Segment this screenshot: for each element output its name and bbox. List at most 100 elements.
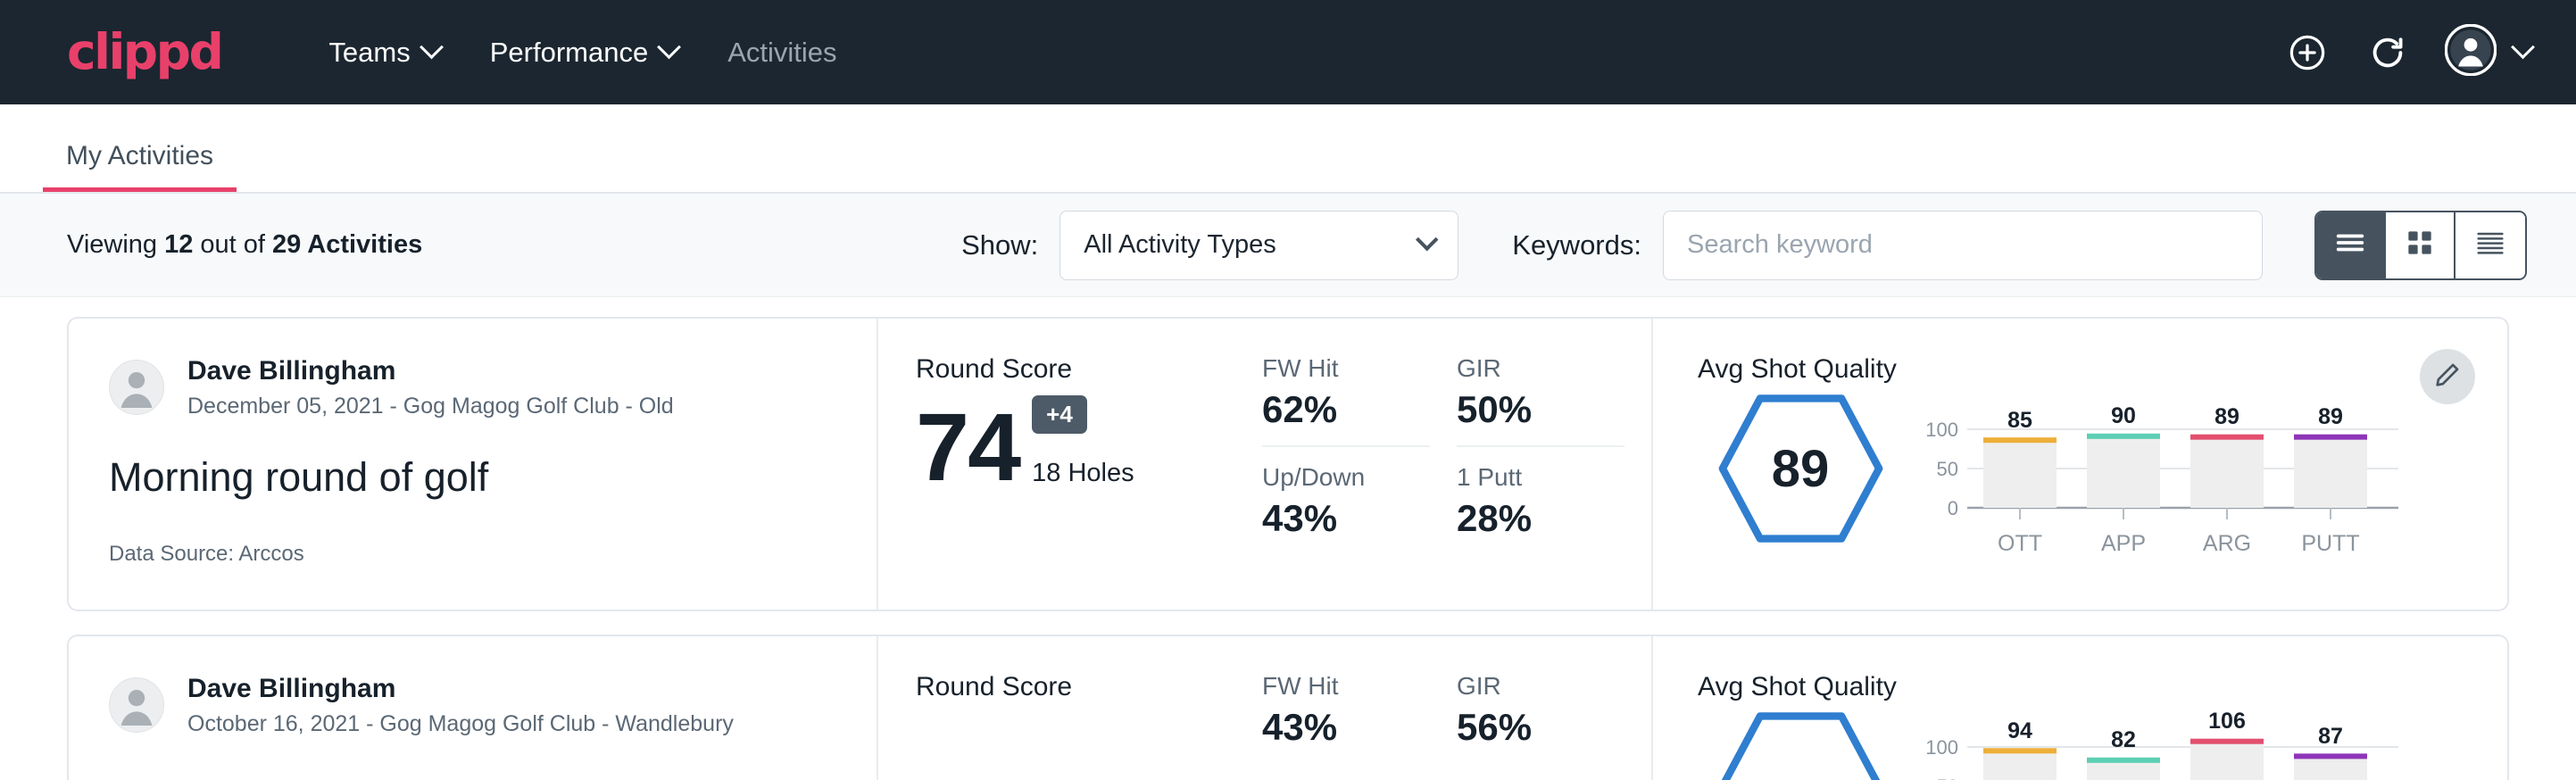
avg-shot-quality-column: Avg Shot Quality 100 (1653, 636, 2507, 780)
stat-label: FW Hit (1262, 672, 1430, 701)
divider (1457, 445, 1625, 447)
divider (1262, 445, 1430, 447)
activity-info-column: Dave Billingham December 05, 2021 - Gog … (69, 319, 878, 610)
tab-my-activities[interactable]: My Activities (43, 141, 237, 192)
stat-label: 1 Putt (1457, 463, 1625, 492)
activity-card[interactable]: Dave Billingham October 16, 2021 - Gog M… (67, 635, 2509, 780)
svg-text:85: 85 (2007, 408, 2032, 433)
stat-label: GIR (1457, 672, 1625, 701)
stat-gir: GIR 56% (1457, 672, 1625, 749)
score-differential-badge: +4 (1032, 395, 1087, 434)
grid-view-button[interactable] (2386, 212, 2456, 278)
pencil-icon (2433, 361, 2462, 394)
avatar (109, 360, 164, 415)
nav-item-label: Performance (490, 37, 648, 69)
svg-text:50: 50 (1937, 458, 1958, 480)
svg-text:PUTT: PUTT (2301, 531, 2359, 556)
author-text-block: Dave Billingham October 16, 2021 - Gog M… (187, 672, 734, 738)
bar-chart-svg: 100 50 0 85 OTT 90 (1912, 394, 2412, 563)
author-name: Dave Billingham (187, 354, 674, 388)
grid-view-icon (2403, 226, 2437, 264)
round-stats-column: FW Hit 43% GIR 56% (1242, 636, 1653, 780)
svg-text:87: 87 (2318, 724, 2343, 749)
search-field[interactable] (1663, 211, 2263, 280)
quality-hexagon (1718, 711, 1883, 780)
shot-quality-bar-chart: 100 50 0 85 OTT 90 (1903, 388, 2507, 568)
author-name: Dave Billingham (187, 672, 734, 706)
avg-shot-quality-body: 89 100 50 0 (1698, 388, 2507, 568)
avg-shot-quality-label: Avg Shot Quality (1698, 672, 2507, 702)
activity-info-column: Dave Billingham October 16, 2021 - Gog M… (69, 636, 878, 780)
add-activity-button[interactable] (2284, 29, 2331, 76)
stat-value: 28% (1457, 497, 1625, 540)
filter-bar: Viewing 12 out of 29 Activities Show: Al… (0, 194, 2576, 297)
chevron-down-icon (420, 35, 444, 59)
round-score-row: 74 +4 18 Holes (916, 395, 1242, 494)
list-view-icon (2332, 225, 2368, 265)
svg-text:106: 106 (2208, 711, 2246, 734)
activity-card-list: Dave Billingham December 05, 2021 - Gog … (0, 297, 2576, 780)
edit-activity-button[interactable] (2420, 349, 2475, 404)
brand-logo[interactable]: clippd (67, 28, 221, 77)
viewing-total: 29 Activities (272, 230, 422, 259)
svg-text:APP: APP (2101, 531, 2146, 556)
activity-data-source: Data Source: Arccos (109, 542, 836, 567)
stat-gir: GIR 50% (1457, 354, 1625, 463)
svg-text:ARG: ARG (2203, 531, 2251, 556)
nav-item-activities[interactable]: Activities (702, 26, 861, 79)
activity-author: Dave Billingham October 16, 2021 - Gog M… (109, 672, 836, 738)
svg-text:100: 100 (1925, 736, 1958, 759)
round-score-column: Round Score (878, 636, 1242, 780)
quality-hexagon-value: 89 (1718, 394, 1883, 544)
quality-hexagon-wrap: 89 (1698, 388, 1903, 544)
stat-value: 50% (1457, 388, 1625, 431)
tab-bar: My Activities (0, 104, 2576, 194)
primary-nav: Teams Performance Activities (303, 26, 861, 79)
avg-shot-quality-column: Avg Shot Quality 89 (1653, 319, 2507, 610)
quality-hexagon: 89 (1718, 394, 1883, 544)
stat-fw-hit: FW Hit 43% (1262, 672, 1430, 749)
svg-text:90: 90 (2111, 403, 2136, 428)
svg-text:89: 89 (2318, 404, 2343, 429)
avatar (109, 677, 164, 733)
stat-value: 43% (1262, 706, 1430, 749)
nav-item-label: Teams (328, 37, 410, 69)
chevron-down-icon (657, 35, 681, 59)
stat-fw-hit: FW Hit 62% (1262, 354, 1430, 463)
compact-view-icon (2472, 225, 2508, 265)
svg-text:0: 0 (1948, 497, 1958, 519)
svg-text:82: 82 (2111, 727, 2136, 752)
nav-actions (2284, 24, 2531, 80)
activity-type-select[interactable]: All Activity Types (1059, 211, 1458, 280)
quality-hexagon-value (1718, 711, 1883, 780)
viewing-prefix: Viewing (67, 230, 164, 259)
shot-quality-bar-chart: 100 50 0 94 OTT 82 APP (1903, 706, 2507, 780)
viewing-summary: Viewing 12 out of 29 Activities (67, 230, 422, 260)
holes-count: 18 Holes (1032, 459, 1134, 488)
quality-hexagon-wrap (1698, 706, 1903, 780)
round-score-label: Round Score (916, 354, 1242, 385)
compact-view-button[interactable] (2456, 212, 2525, 278)
author-text-block: Dave Billingham December 05, 2021 - Gog … (187, 354, 674, 420)
svg-text:100: 100 (1925, 419, 1958, 441)
activity-card[interactable]: Dave Billingham December 05, 2021 - Gog … (67, 317, 2509, 611)
activity-author: Dave Billingham December 05, 2021 - Gog … (109, 354, 836, 420)
view-toggle-group (2314, 211, 2527, 280)
nav-item-performance[interactable]: Performance (465, 26, 702, 79)
round-score-column: Round Score 74 +4 18 Holes (878, 319, 1242, 610)
round-score-label: Round Score (916, 672, 1242, 702)
bar-chart-svg: 100 50 0 94 OTT 82 APP (1912, 711, 2412, 780)
search-input[interactable] (1687, 230, 2239, 260)
round-score-value: 74 (916, 402, 1019, 494)
plus-circle-icon (2287, 32, 2328, 73)
nav-item-teams[interactable]: Teams (303, 26, 464, 79)
account-menu[interactable] (2445, 24, 2531, 80)
activity-meta: December 05, 2021 - Gog Magog Golf Club … (187, 392, 674, 421)
list-view-button[interactable] (2316, 212, 2386, 278)
stat-label: GIR (1457, 354, 1625, 383)
nav-item-label: Activities (727, 37, 836, 69)
tab-label: My Activities (66, 141, 213, 170)
stat-label: FW Hit (1262, 354, 1430, 383)
chevron-down-icon (2511, 35, 2535, 59)
refresh-button[interactable] (2364, 29, 2411, 76)
